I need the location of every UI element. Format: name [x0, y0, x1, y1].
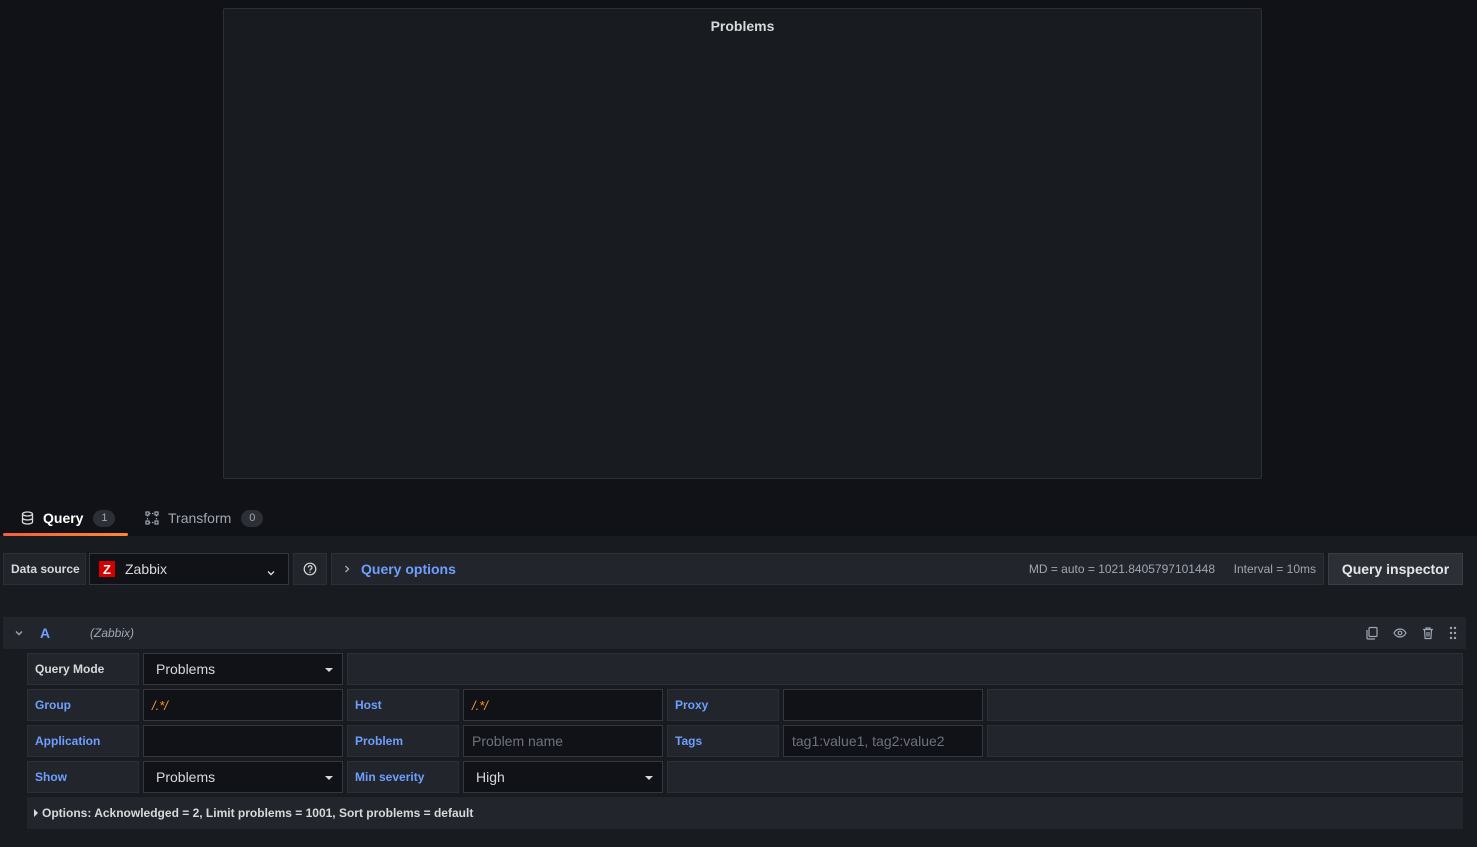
host-input[interactable]: /.*/ [463, 689, 663, 721]
caret-down-icon [325, 776, 333, 780]
query-mode-select[interactable]: Problems [143, 653, 343, 685]
database-icon [21, 511, 43, 525]
tab-transform[interactable]: Transform 0 [145, 500, 275, 536]
host-label: Host [347, 689, 459, 721]
problem-name-input[interactable]: Problem name [463, 725, 663, 757]
query-editor: Data source Z Zabbix Query options MD = … [0, 536, 1477, 847]
query-row-header: A (Zabbix) [3, 617, 1466, 649]
application-input[interactable] [143, 725, 343, 757]
show-value: Problems [156, 769, 216, 785]
query-mode-value: Problems [156, 661, 216, 677]
eye-icon[interactable] [1392, 625, 1408, 641]
proxy-label: Proxy [667, 689, 779, 721]
trash-icon[interactable] [1420, 625, 1436, 641]
min-severity-value: High [476, 769, 505, 785]
query-datasource-name: (Zabbix) [90, 626, 135, 640]
tab-transform-label: Transform [168, 510, 232, 526]
group-label: Group [27, 689, 139, 721]
options-summary: Options: Acknowledged = 2, Limit problem… [42, 806, 474, 820]
query-ref-id[interactable]: A [40, 625, 50, 641]
row-filler [347, 653, 1463, 685]
show-label: Show [27, 761, 139, 793]
options-toggle[interactable]: Options: Acknowledged = 2, Limit problem… [27, 797, 1463, 829]
datasource-label: Data source [3, 553, 86, 585]
transform-icon [145, 511, 168, 525]
query-options-label: Query options [361, 561, 456, 577]
row-filler [987, 689, 1463, 721]
tab-query-label: Query [43, 510, 84, 526]
panel-title[interactable]: Problems [224, 18, 1261, 34]
query-inspector-button[interactable]: Query inspector [1328, 553, 1463, 585]
tab-transform-count: 0 [241, 509, 264, 527]
row-filler [667, 761, 1463, 793]
question-circle-icon [303, 562, 317, 576]
datasource-help-button[interactable] [293, 553, 327, 585]
collapse-chevron-icon[interactable] [14, 628, 24, 638]
tags-label: Tags [667, 725, 779, 757]
proxy-input[interactable] [783, 689, 983, 721]
query-actions [1364, 625, 1458, 641]
chevron-right-icon [343, 564, 351, 574]
tab-query[interactable]: Query 1 [3, 500, 128, 536]
group-input[interactable]: /.*/ [143, 689, 343, 721]
caret-down-icon [325, 668, 333, 672]
caret-down-icon [645, 776, 653, 780]
problem-label: Problem [347, 725, 459, 757]
max-datapoints-info: MD = auto = 1021.8405797101448 [1028, 562, 1215, 576]
application-label: Application [27, 725, 139, 757]
min-severity-select[interactable]: High [463, 761, 663, 793]
query-options-toggle[interactable]: Query options MD = auto = 1021.840579710… [331, 553, 1324, 585]
tags-input[interactable]: tag1:value1, tag2:value2 [783, 725, 983, 757]
zabbix-logo-icon: Z [99, 561, 115, 577]
panel-problems: Problems [223, 8, 1262, 479]
caret-right-icon [34, 809, 38, 817]
drag-handle-icon[interactable] [1448, 625, 1458, 641]
tab-query-count: 1 [93, 509, 116, 527]
chevron-down-icon [266, 565, 276, 581]
row-filler [987, 725, 1463, 757]
datasource-value: Zabbix [125, 561, 168, 577]
query-mode-label: Query Mode [27, 653, 139, 685]
show-select[interactable]: Problems [143, 761, 343, 793]
editor-tabs: Query 1 Transform 0 [0, 500, 1477, 536]
min-severity-label: Min severity [347, 761, 459, 793]
datasource-picker[interactable]: Z Zabbix [89, 553, 289, 585]
duplicate-query-icon[interactable] [1364, 625, 1380, 641]
interval-info: Interval = 10ms [1233, 562, 1316, 576]
